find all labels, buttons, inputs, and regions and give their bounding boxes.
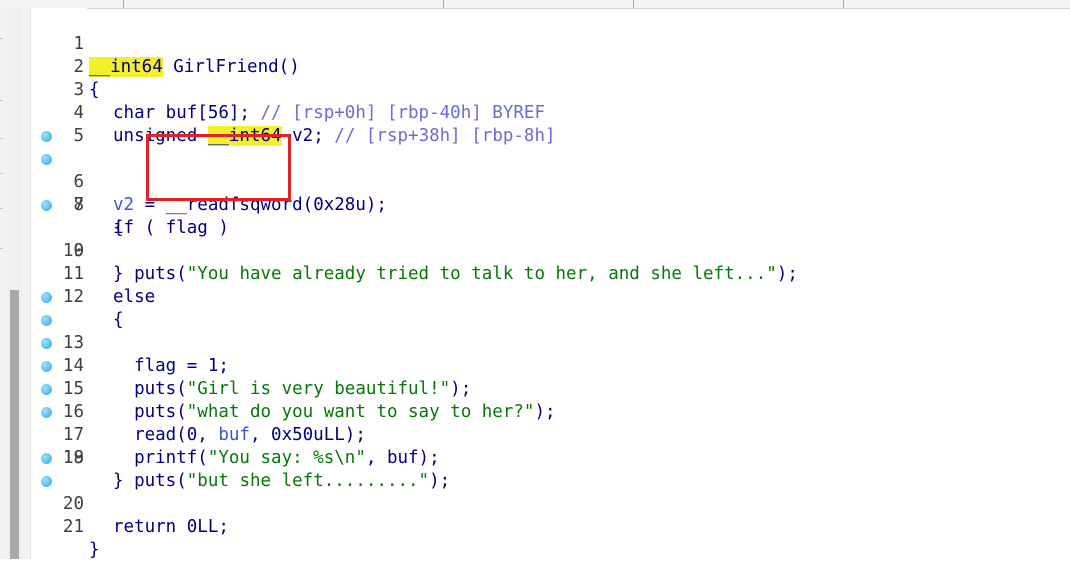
code-line-16[interactable]: 16 read(0, buf, 0x50uLL);	[31, 355, 1070, 445]
code-line-19[interactable]: 19 }	[31, 424, 1070, 491]
code-line-10[interactable]: 10 }	[31, 217, 1070, 284]
strip-mark	[0, 208, 3, 209]
code-line-11[interactable]: 11 else	[31, 240, 1070, 307]
code-line-14[interactable]: 14 puts("Girl is very beautiful!");	[31, 309, 1070, 399]
breakpoint-dot-icon[interactable]	[41, 361, 52, 372]
strip-mark	[0, 248, 3, 249]
code-line-6[interactable]: 6 v2 = __readfsqword(0x28u);	[31, 125, 1070, 215]
code-line-13[interactable]: 13 flag = 1;	[31, 286, 1070, 376]
breakpoint-dot-icon[interactable]	[41, 338, 52, 349]
line-number: 20	[62, 494, 84, 514]
breakpoint-dot-icon[interactable]	[41, 200, 52, 211]
tab-separator	[443, 0, 444, 8]
line-number: 21	[62, 517, 84, 537]
code-line-9[interactable]: 9 puts("You have already tried to talk t…	[31, 194, 1070, 284]
breakpoint-dot-icon[interactable]	[41, 384, 52, 395]
breakpoint-dot-icon[interactable]	[41, 131, 52, 142]
strip-mark	[0, 100, 3, 101]
breakpoint-dot-icon[interactable]	[41, 407, 52, 418]
breakpoint-dot-icon[interactable]	[41, 315, 52, 326]
breakpoint-dot-icon[interactable]	[41, 453, 52, 464]
code-line-2[interactable]: 2 {	[31, 33, 1070, 100]
tab-separator	[843, 0, 844, 8]
scrollbar-thumb[interactable]	[10, 290, 19, 559]
code-line-5[interactable]: 5	[31, 102, 1070, 146]
strip-mark	[0, 38, 3, 39]
breakpoint-dot-icon[interactable]	[41, 476, 52, 487]
code-line-4[interactable]: 4 unsigned __int64 v2; // [rsp+38h] [rbp…	[31, 79, 1070, 146]
tab-separator	[633, 0, 634, 8]
code-line-12[interactable]: 12 {	[31, 263, 1070, 330]
code-line-15[interactable]: 15 puts("what do you want to say to her?…	[31, 332, 1070, 422]
strip-mark	[0, 173, 3, 174]
code-line-20[interactable]: 20 return 0LL;	[31, 447, 1070, 537]
code-line-18[interactable]: 18 puts("but she left.........");	[31, 401, 1070, 491]
code-line-1[interactable]: 1 __int64 GirlFriend()	[31, 10, 1070, 77]
tab-separator	[123, 0, 124, 8]
code-line-21[interactable]: 21 }	[31, 470, 1070, 560]
code-line-8[interactable]: 8 {	[31, 171, 1070, 238]
strip-mark	[0, 138, 3, 139]
code-line-3[interactable]: 3 char buf[56]; // [rsp+0h] [rbp-40h] BY…	[31, 56, 1070, 123]
code-text: return 0LL;	[113, 517, 229, 537]
code-line-7[interactable]: 7 if ( flag )	[31, 148, 1070, 238]
breakpoint-dot-icon[interactable]	[41, 292, 52, 303]
breakpoint-dot-icon[interactable]	[41, 154, 52, 165]
code-line-17[interactable]: 17 printf("You say: %s\n", buf);	[31, 378, 1070, 468]
tab-bar	[0, 0, 1070, 9]
